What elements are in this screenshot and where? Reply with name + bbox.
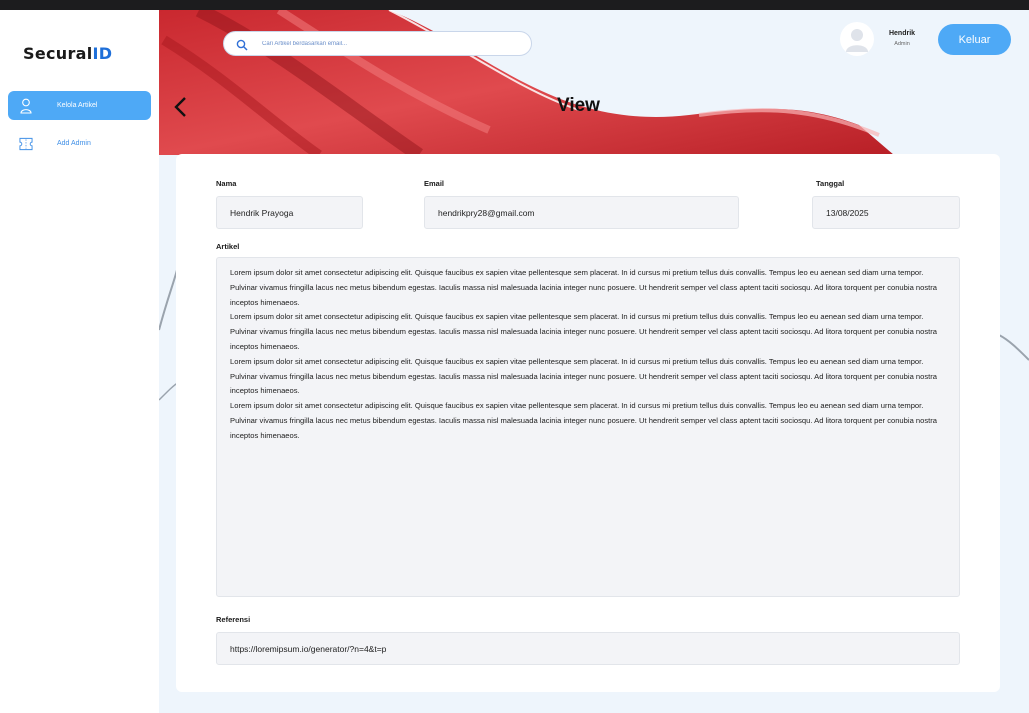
nama-label: Nama — [216, 179, 237, 188]
logo-text: Secural — [23, 44, 93, 63]
window-top-edge — [0, 0, 1029, 10]
avatar[interactable] — [840, 22, 874, 56]
artikel-paragraph: Lorem ipsum dolor sit amet consectetur a… — [230, 268, 938, 307]
sidebar-item-label: Add Admin — [57, 140, 91, 147]
user-name: Hendrik — [888, 30, 916, 37]
sidebar-item-label: Kelola Artikel — [57, 102, 98, 109]
sidebar-item-add-admin[interactable]: Add Admin — [8, 129, 151, 158]
logo-accent-text: ID — [92, 44, 113, 63]
referensi-field[interactable]: https://loremipsum.io/generator/?n=4&t=p — [216, 632, 960, 665]
search-icon — [236, 38, 248, 51]
artikel-paragraph: Lorem ipsum dolor sit amet consectetur a… — [230, 312, 938, 351]
logout-button[interactable]: Keluar — [938, 24, 1011, 55]
main-content: Hendrik Admin Keluar View Nama Hendrik P… — [159, 10, 1029, 713]
nama-field[interactable]: Hendrik Prayoga — [216, 196, 363, 229]
chevron-left-icon[interactable] — [173, 96, 189, 118]
search-input[interactable] — [262, 40, 512, 47]
tanggal-label: Tanggal — [816, 179, 845, 188]
artikel-paragraph: Lorem ipsum dolor sit amet consectetur a… — [230, 356, 938, 396]
article-detail-card: Nama Hendrik Prayoga Email hendrikpry28@… — [176, 154, 1000, 692]
user-avatar-icon — [846, 29, 868, 52]
artikel-paragraph: Lorem ipsum dolor sit amet consectetur a… — [230, 401, 938, 440]
page-title: View — [557, 95, 600, 116]
artikel-textarea[interactable]: Lorem ipsum dolor sit amet consectetur a… — [216, 257, 960, 597]
ticket-icon — [19, 136, 33, 152]
user-icon — [19, 98, 33, 114]
email-field[interactable]: hendrikpry28@gmail.com — [424, 196, 739, 229]
user-role: Admin — [894, 41, 910, 47]
search-bar[interactable] — [223, 31, 532, 56]
tanggal-field[interactable]: 13/08/2025 — [812, 196, 960, 229]
sidebar: SecuralID Kelola Artikel Add Admin — [0, 10, 159, 713]
referensi-label: Referensi — [216, 615, 251, 624]
email-label: Email — [424, 179, 445, 188]
sidebar-item-kelola-artikel[interactable]: Kelola Artikel — [8, 91, 151, 120]
artikel-label: Artikel — [216, 242, 240, 251]
app-logo[interactable]: SecuralID — [23, 44, 112, 63]
